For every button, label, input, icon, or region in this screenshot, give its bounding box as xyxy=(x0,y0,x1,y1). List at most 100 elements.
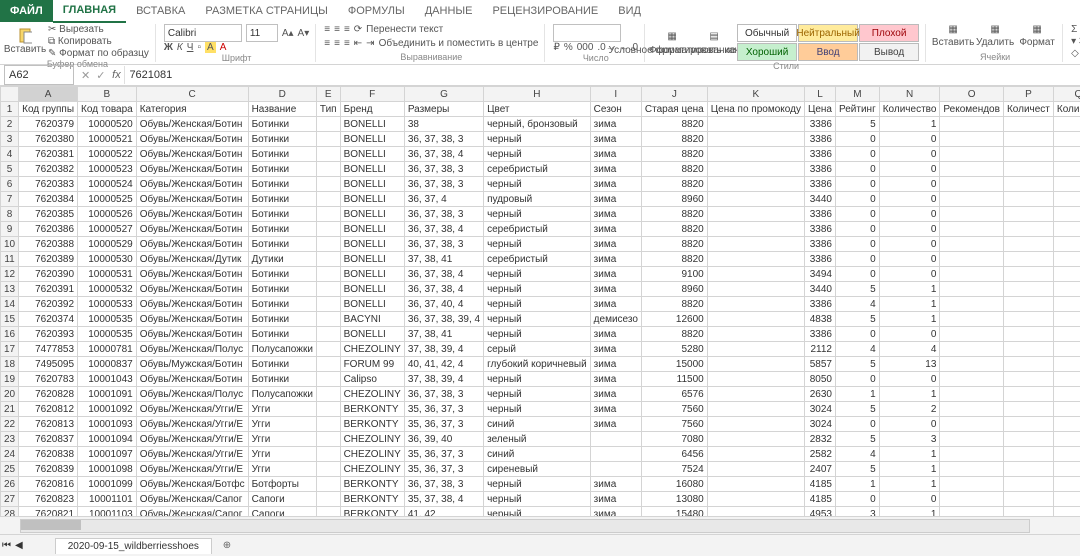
cell[interactable]: 10000781 xyxy=(78,342,137,357)
cell[interactable] xyxy=(940,402,1004,417)
cell[interactable] xyxy=(316,207,340,222)
cell[interactable]: 10 xyxy=(1053,342,1080,357)
header-cell[interactable]: Старая цена xyxy=(641,102,707,117)
cell[interactable] xyxy=(316,357,340,372)
cell[interactable]: 10000524 xyxy=(78,177,137,192)
cell[interactable]: зима xyxy=(590,327,641,342)
cell[interactable]: Обувь/Женская/Угги/Е xyxy=(136,462,248,477)
cell[interactable] xyxy=(940,357,1004,372)
cell[interactable]: 38 xyxy=(404,117,483,132)
cell[interactable]: 10 xyxy=(1053,477,1080,492)
cell[interactable]: 0 xyxy=(836,177,880,192)
cell[interactable] xyxy=(940,387,1004,402)
cell[interactable]: 0 xyxy=(879,417,940,432)
cell[interactable] xyxy=(316,402,340,417)
cell[interactable]: 8820 xyxy=(641,297,707,312)
cell[interactable]: Обувь/Женская/Полус xyxy=(136,342,248,357)
cell[interactable]: 10001097 xyxy=(78,447,137,462)
header-cell[interactable]: Цена по промокоду xyxy=(707,102,804,117)
cell[interactable]: 36, 37, 38, 4 xyxy=(404,282,483,297)
increase-font-button[interactable]: A▴ xyxy=(282,28,294,39)
cell[interactable] xyxy=(707,192,804,207)
cell[interactable]: 10001098 xyxy=(78,462,137,477)
cell[interactable]: глубокий коричневый xyxy=(484,357,591,372)
cell[interactable]: 8820 xyxy=(641,222,707,237)
cell[interactable] xyxy=(707,327,804,342)
cell[interactable]: 7620389 xyxy=(19,252,78,267)
cell[interactable]: 0 xyxy=(879,162,940,177)
cell[interactable]: Дутики xyxy=(248,252,316,267)
header-cell[interactable]: Сезон xyxy=(590,102,641,117)
worksheet-grid[interactable]: ABCDEFGHIJKLMNOPQRST1Код группыКод товар… xyxy=(0,86,1080,540)
cell[interactable] xyxy=(940,342,1004,357)
cell[interactable]: черный xyxy=(484,132,591,147)
cell[interactable] xyxy=(1003,417,1053,432)
col-header-F[interactable]: F xyxy=(340,87,404,102)
cell[interactable]: 7620783 xyxy=(19,372,78,387)
orientation-button[interactable]: ⟳ xyxy=(354,24,362,35)
cell[interactable]: 0 xyxy=(879,192,940,207)
cell[interactable] xyxy=(940,282,1004,297)
cell[interactable]: 36, 37, 38, 3 xyxy=(404,207,483,222)
cell[interactable]: Обувь/Женская/Ботин xyxy=(136,282,248,297)
cell[interactable] xyxy=(940,147,1004,162)
cell[interactable]: 1 xyxy=(1053,327,1080,342)
cell[interactable]: 3494 xyxy=(804,267,835,282)
cell[interactable] xyxy=(1003,252,1053,267)
cell[interactable]: 1 xyxy=(879,387,940,402)
cell[interactable]: зима xyxy=(590,417,641,432)
col-header-L[interactable]: L xyxy=(804,87,835,102)
cell[interactable]: зима xyxy=(590,387,641,402)
tab-review[interactable]: РЕЦЕНЗИРОВАНИЕ xyxy=(482,0,608,22)
cell[interactable]: 1 xyxy=(1053,312,1080,327)
cell[interactable]: CHEZOLINY xyxy=(340,447,404,462)
cell[interactable]: 3024 xyxy=(804,402,835,417)
cell[interactable] xyxy=(707,282,804,297)
cell[interactable]: 5 xyxy=(836,312,880,327)
style-input[interactable]: Ввод xyxy=(798,43,858,61)
cell[interactable]: 0 xyxy=(836,327,880,342)
cell[interactable]: черный xyxy=(484,402,591,417)
cell[interactable]: BONELLI xyxy=(340,222,404,237)
cell[interactable] xyxy=(940,432,1004,447)
cell[interactable]: 70 xyxy=(1053,357,1080,372)
cell[interactable] xyxy=(940,462,1004,477)
cell[interactable]: Обувь/Женская/Ботин xyxy=(136,237,248,252)
col-header-P[interactable]: P xyxy=(1003,87,1053,102)
cell[interactable]: Угги xyxy=(248,447,316,462)
cell[interactable] xyxy=(707,177,804,192)
cell[interactable]: 35, 36, 37, 3 xyxy=(404,402,483,417)
cell[interactable]: 0 xyxy=(1053,447,1080,462)
cell[interactable]: 36, 37, 38, 3 xyxy=(404,237,483,252)
cell[interactable]: 1 xyxy=(1053,222,1080,237)
cell[interactable]: 8050 xyxy=(804,372,835,387)
cell[interactable] xyxy=(940,252,1004,267)
cell[interactable] xyxy=(316,432,340,447)
cell[interactable]: серый xyxy=(484,342,591,357)
fill-button[interactable]: ▾ Заполнить xyxy=(1071,36,1080,47)
cell[interactable]: Ботинки xyxy=(248,147,316,162)
cell[interactable]: 2582 xyxy=(804,447,835,462)
row-header-5[interactable]: 5 xyxy=(1,162,19,177)
cell[interactable]: 4185 xyxy=(804,492,835,507)
cell[interactable]: черный xyxy=(484,267,591,282)
cell[interactable] xyxy=(707,372,804,387)
cell[interactable]: 0 xyxy=(1053,402,1080,417)
cell[interactable] xyxy=(1003,222,1053,237)
cell[interactable] xyxy=(940,477,1004,492)
cell[interactable]: Ботинки xyxy=(248,357,316,372)
cell[interactable] xyxy=(1003,192,1053,207)
cell[interactable]: 5 xyxy=(836,432,880,447)
cell[interactable] xyxy=(316,492,340,507)
cell[interactable] xyxy=(1003,357,1053,372)
cell[interactable] xyxy=(707,222,804,237)
cell[interactable]: 10000531 xyxy=(78,267,137,282)
row-header-21[interactable]: 21 xyxy=(1,402,19,417)
cell[interactable]: 7620828 xyxy=(19,387,78,402)
cell[interactable] xyxy=(316,387,340,402)
cell[interactable]: 0 xyxy=(836,267,880,282)
cell[interactable]: 10000522 xyxy=(78,147,137,162)
cell[interactable]: Обувь/Женская/Ботин xyxy=(136,267,248,282)
cell[interactable] xyxy=(316,237,340,252)
cell[interactable]: 6456 xyxy=(641,447,707,462)
